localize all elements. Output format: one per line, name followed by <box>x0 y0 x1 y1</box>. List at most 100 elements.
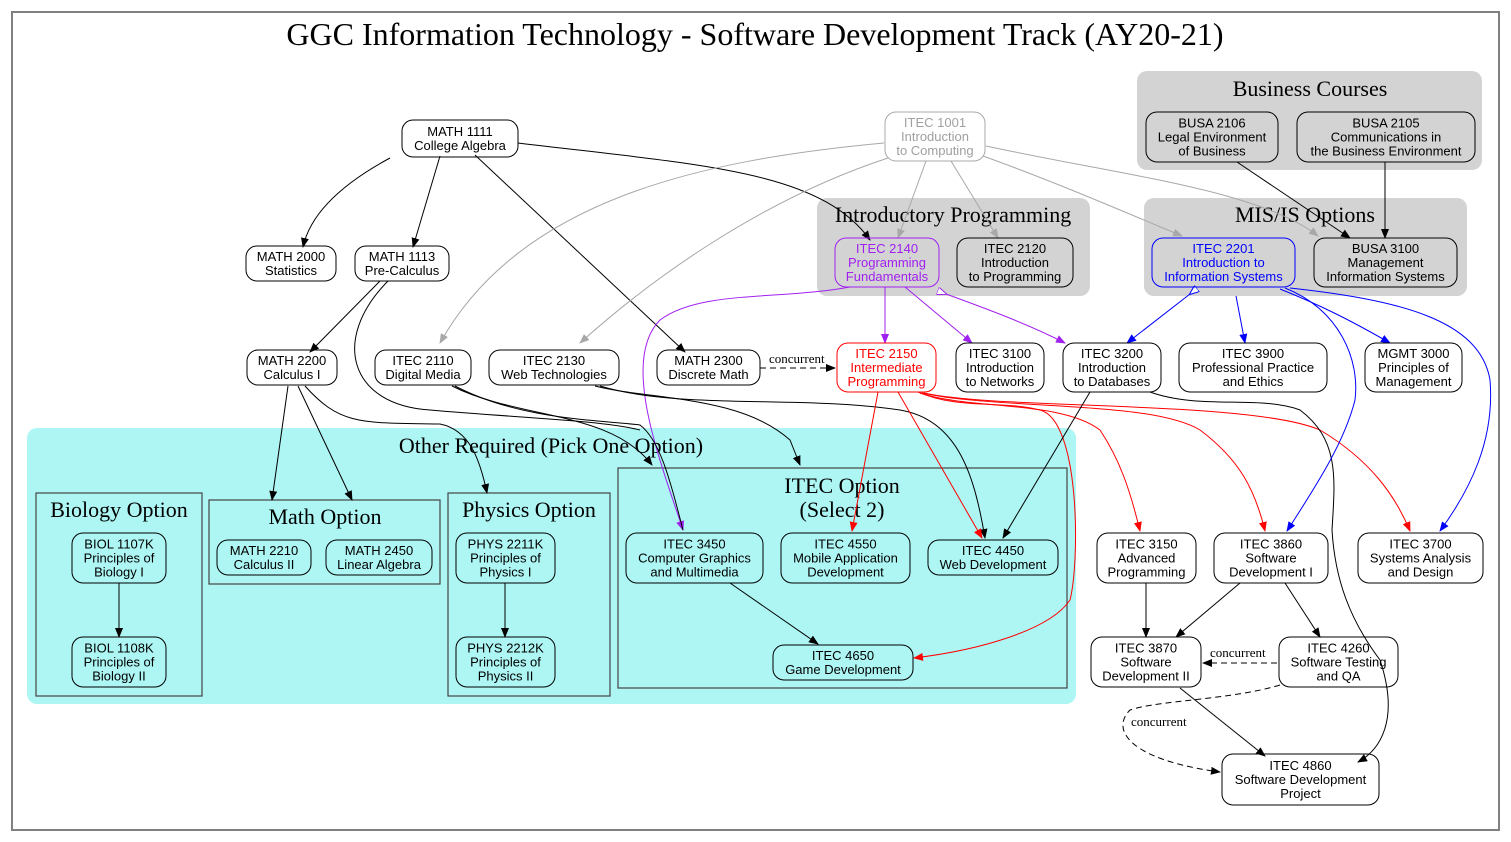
course-title-line: of Business <box>1178 144 1246 159</box>
course-title-line: to Networks <box>966 374 1035 389</box>
cluster-label: Introductory Programming <box>835 202 1071 227</box>
diagram-title: GGC Information Technology - Software De… <box>286 16 1223 52</box>
course-title-line: College Algebra <box>414 138 507 153</box>
course-title-line: Communications in <box>1331 130 1442 145</box>
course-title-line: and QA <box>1316 669 1360 684</box>
course-code: ITEC 4260 <box>1307 641 1369 656</box>
course-title-line: to Databases <box>1074 374 1151 389</box>
course-title-line: Statistics <box>265 263 318 278</box>
course-code: ITEC 4550 <box>814 537 876 552</box>
course-title-line: Intermediate <box>850 360 922 375</box>
cluster-label: Math Option <box>268 504 381 529</box>
course-title-line: Information Systems <box>1326 269 1445 284</box>
cluster-label: (Select 2) <box>800 497 885 522</box>
course-title-line: Principles of <box>1378 360 1449 375</box>
course-title-line: Physics II <box>478 669 534 684</box>
edge-label-concurrent: concurrent <box>769 351 825 366</box>
course-code: MATH 2450 <box>345 543 413 558</box>
course-code: ITEC 3900 <box>1222 346 1284 361</box>
course-title-line: Principles of <box>84 551 155 566</box>
course-code: ITEC 1001 <box>904 115 966 130</box>
course-code: ITEC 2140 <box>856 241 918 256</box>
course-title-line: Systems Analysis <box>1370 551 1472 566</box>
cluster-label: Physics Option <box>462 497 596 522</box>
course-code: PHYS 2211K <box>468 537 544 552</box>
cluster-label: ITEC Option <box>784 473 900 498</box>
course-title-line: Development <box>807 565 884 580</box>
course-title-line: Biology I <box>94 565 144 580</box>
course-code: ITEC 2120 <box>984 241 1046 256</box>
course-node-mgmt3000[interactable]: MGMT 3000Principles ofManagement <box>1364 342 1463 393</box>
course-code: ITEC 3100 <box>969 346 1031 361</box>
course-code: ITEC 3450 <box>663 537 725 552</box>
course-code: ITEC 3200 <box>1081 346 1143 361</box>
course-title-line: Fundamentals <box>846 269 929 284</box>
course-title-line: Web Development <box>940 557 1047 572</box>
course-title-line: Software Testing <box>1291 655 1387 670</box>
course-title-line: Calculus II <box>234 557 295 572</box>
course-title-line: to Computing <box>896 143 973 158</box>
course-title-line: Digital Media <box>385 367 461 382</box>
course-title-line: Programming <box>1107 565 1185 580</box>
course-title-line: Legal Environment <box>1158 130 1267 145</box>
course-title-line: Web Technologies <box>501 367 607 382</box>
course-code: ITEC 3860 <box>1240 537 1302 552</box>
course-title-line: Software <box>1120 655 1171 670</box>
cluster-label: Other Required (Pick One Option) <box>399 433 703 458</box>
course-node-itec3100[interactable]: ITEC 3100Introductionto Networks <box>955 342 1045 393</box>
course-code: BIOL 1107K <box>84 537 154 552</box>
course-title-line: Software <box>1245 551 1296 566</box>
course-title-line: Computer Graphics <box>638 551 751 566</box>
cluster-label: Business Courses <box>1233 76 1388 101</box>
course-code: ITEC 3150 <box>1115 537 1177 552</box>
course-code: BUSA 2106 <box>1178 116 1245 131</box>
course-code: MATH 2300 <box>674 353 742 368</box>
course-code: ITEC 2150 <box>855 346 917 361</box>
course-title-line: Project <box>1280 786 1321 801</box>
course-title-line: Principles of <box>470 655 541 670</box>
course-code: ITEC 4650 <box>812 648 874 663</box>
course-title-line: and Ethics <box>1223 374 1284 389</box>
edge-label-concurrent: concurrent <box>1210 645 1266 660</box>
course-code: BIOL 1108K <box>84 641 154 656</box>
course-title-line: Calculus I <box>263 367 320 382</box>
course-code: ITEC 4450 <box>962 543 1024 558</box>
course-title-line: Management <box>1376 374 1452 389</box>
course-code: MATH 2200 <box>258 353 326 368</box>
course-title-line: Mobile Application <box>793 551 898 566</box>
course-title-line: Principles of <box>84 655 155 670</box>
course-code: MATH 2210 <box>230 543 298 558</box>
course-title-line: Introduction to <box>1182 255 1264 270</box>
course-title-line: Game Development <box>785 662 901 677</box>
course-code: MATH 1113 <box>369 249 435 264</box>
course-title-line: the Business Environment <box>1310 144 1461 159</box>
course-title-line: Introduction <box>901 129 969 144</box>
course-code: MATH 1111 <box>427 124 493 139</box>
course-code: ITEC 2130 <box>523 353 585 368</box>
course-code: ITEC 2110 <box>392 353 453 368</box>
course-title-line: Professional Practice <box>1192 360 1314 375</box>
course-node-math1113[interactable]: MATH 1113Pre-Calculus <box>354 245 450 282</box>
course-title-line: to Programming <box>969 269 1061 284</box>
course-code: ITEC 3870 <box>1115 641 1177 656</box>
course-title-line: Linear Algebra <box>337 557 422 572</box>
course-title-line: Information Systems <box>1164 269 1283 284</box>
course-title-line: and Design <box>1388 565 1454 580</box>
course-title-line: Programming <box>847 374 925 389</box>
cluster-other-required: Other Required (Pick One Option) <box>27 428 1076 704</box>
cluster-label: MIS/IS Options <box>1235 202 1375 227</box>
course-title-line: Programming <box>848 255 926 270</box>
course-title-line: Introduction <box>981 255 1049 270</box>
course-title-line: Physics I <box>479 565 531 580</box>
course-code: ITEC 4860 <box>1269 758 1331 773</box>
cluster-label: Biology Option <box>50 497 188 522</box>
course-title-line: Development I <box>1229 565 1313 580</box>
course-title-line: Introduction <box>1078 360 1146 375</box>
edge-label-concurrent: concurrent <box>1131 714 1187 729</box>
course-title-line: Pre-Calculus <box>365 263 440 278</box>
course-code: BUSA 2105 <box>1352 116 1419 131</box>
course-code: MATH 2000 <box>257 249 325 264</box>
course-title-line: Management <box>1348 255 1424 270</box>
course-code: MGMT 3000 <box>1377 346 1449 361</box>
course-code: ITEC 3700 <box>1389 537 1451 552</box>
